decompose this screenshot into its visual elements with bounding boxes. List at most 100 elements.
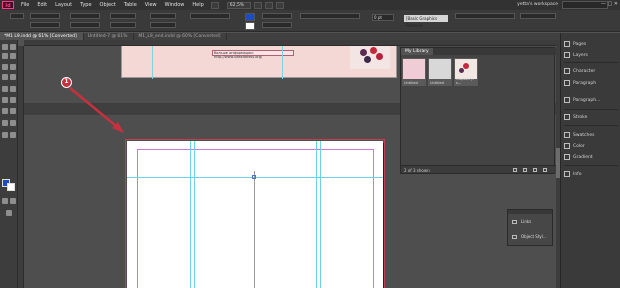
rectangle-tool-icon[interactable] (10, 86, 16, 92)
menu-help[interactable]: Help (188, 2, 207, 8)
document-tab[interactable]: *M1 L9.indd @ 61% [Converted] (0, 33, 84, 40)
library-item[interactable]: Untitled (402, 58, 426, 86)
gradient-tool-icon[interactable] (2, 108, 8, 114)
menu-window[interactable]: Window (161, 2, 189, 8)
scale-x-field[interactable] (110, 13, 136, 19)
scissors-tool-icon[interactable] (2, 97, 8, 103)
library-item[interactable]: raspberry-s... (454, 58, 478, 86)
library-item[interactable]: Untitled (428, 58, 452, 86)
menu-view[interactable]: View (141, 2, 161, 8)
y-position-field[interactable] (30, 22, 60, 28)
stroke-weight-field[interactable]: 0 pt (372, 14, 394, 21)
dock-info[interactable]: Info (564, 169, 620, 179)
gap-tool-icon[interactable] (10, 53, 16, 59)
screen-mode-icon[interactable] (264, 1, 273, 9)
dock-character[interactable]: Character (564, 66, 620, 76)
transform-buttons[interactable] (190, 13, 230, 19)
zoom-tool-icon[interactable] (10, 132, 16, 138)
note-tool-icon[interactable] (2, 120, 8, 126)
line-tool-icon[interactable] (10, 64, 16, 70)
library-thumbnail (455, 59, 477, 79)
dock-label: Paragraph (573, 80, 597, 86)
indesign-logo-icon: Id (2, 1, 14, 9)
rectangle-frame-tool-icon[interactable] (2, 86, 8, 92)
object-styles-panel-button[interactable]: Object Styl... (508, 229, 552, 244)
window-controls[interactable]: — □ ✕ (601, 1, 618, 7)
dock-paragraph-styles[interactable]: Paragraph... (564, 95, 620, 105)
fill-color-icon[interactable] (245, 13, 255, 21)
library-delete-icon[interactable] (543, 168, 547, 172)
dock-layers[interactable]: Layers (564, 50, 620, 60)
shear-field[interactable] (150, 22, 176, 28)
view-options-icon[interactable] (253, 1, 262, 9)
apply-none-icon[interactable] (10, 198, 16, 204)
stroke-color-icon[interactable] (245, 22, 255, 30)
links-label: Links (521, 219, 532, 224)
free-transform-tool-icon[interactable] (10, 97, 16, 103)
width-field[interactable] (70, 13, 100, 19)
bridge-icon[interactable] (210, 1, 219, 9)
stroke-style-dropdown[interactable] (262, 22, 292, 28)
hand-tool-icon[interactable] (2, 132, 8, 138)
menu-file[interactable]: File (17, 2, 33, 8)
stroke-icon (564, 114, 570, 120)
layers-icon (564, 52, 570, 58)
dock-separator (564, 165, 618, 166)
dock-pages[interactable]: Pages (564, 39, 620, 49)
library-item-label: Untitled (404, 81, 418, 85)
stroke-swatch-icon[interactable] (7, 183, 15, 191)
dock-gradient[interactable]: Gradient (564, 152, 620, 162)
library-tab[interactable]: My Library (401, 48, 433, 55)
apply-color-icon[interactable] (2, 198, 8, 204)
rotate-field[interactable] (150, 13, 176, 19)
library-new-item-icon[interactable] (533, 168, 537, 172)
dock-color[interactable]: Color (564, 141, 620, 151)
fitting-buttons[interactable] (455, 13, 515, 19)
x-position-field[interactable] (30, 13, 60, 19)
document-tab[interactable]: M1_L9_end.indd @ 60% [Converted] (134, 33, 228, 40)
pen-tool-icon[interactable] (2, 74, 8, 80)
dock-swatches[interactable]: Swatches (564, 130, 620, 140)
dock-separator (564, 125, 618, 126)
type-tool-icon[interactable] (2, 64, 8, 70)
dock-label: Info (573, 171, 582, 177)
scale-y-field[interactable] (110, 22, 136, 28)
page-tool-icon[interactable] (2, 53, 8, 59)
dock-label: Pages (573, 41, 587, 47)
direct-selection-tool-icon[interactable] (10, 44, 16, 50)
menu-table[interactable]: Table (120, 2, 141, 8)
screen-mode-tool-icon[interactable] (6, 210, 12, 216)
paragraph-styles-icon (564, 97, 570, 103)
dock-label: Swatches (573, 132, 595, 138)
library-item-label: Untitled (430, 81, 444, 85)
height-field[interactable] (70, 22, 100, 28)
pencil-tool-icon[interactable] (10, 74, 16, 80)
dock-label: Layers (573, 52, 588, 58)
control-panel: 0 pt [Basic Graphics Frame]+ (0, 10, 620, 32)
fill-dropdown[interactable] (262, 13, 292, 19)
menu-object[interactable]: Object (96, 2, 120, 8)
reference-point-icon[interactable] (10, 13, 24, 19)
dock-label: Stroke (573, 114, 588, 120)
library-search-icon[interactable] (523, 168, 527, 172)
eyedropper-tool-icon[interactable] (10, 120, 16, 126)
object-style-select[interactable]: [Basic Graphics Frame]+ (404, 15, 448, 28)
document-tab[interactable]: Untitled-7 @ 61% (84, 33, 135, 40)
stroke-line-preview[interactable] (300, 13, 360, 19)
wrap-buttons[interactable] (520, 13, 556, 19)
menu-type[interactable]: Type (76, 2, 95, 8)
menu-edit[interactable]: Edit (33, 2, 51, 8)
dock-stroke[interactable]: Stroke (564, 112, 620, 122)
links-panel-button[interactable]: Links (508, 214, 552, 229)
menu-layout[interactable]: Layout (51, 2, 76, 8)
zoom-select[interactable]: 62,5% (226, 1, 251, 9)
selection-tool-icon[interactable] (2, 44, 8, 50)
workspace-switcher[interactable]: yetta's workspace (517, 2, 558, 7)
library-panel-header: My Library (401, 48, 556, 55)
dock-paragraph[interactable]: Paragraph (564, 78, 620, 88)
dock-label: Character (573, 68, 596, 74)
gradient-feather-tool-icon[interactable] (10, 108, 16, 114)
arrange-documents-icon[interactable] (275, 1, 284, 9)
object-styles-label: Object Styl... (521, 234, 547, 239)
library-item-info-icon[interactable] (513, 168, 517, 172)
